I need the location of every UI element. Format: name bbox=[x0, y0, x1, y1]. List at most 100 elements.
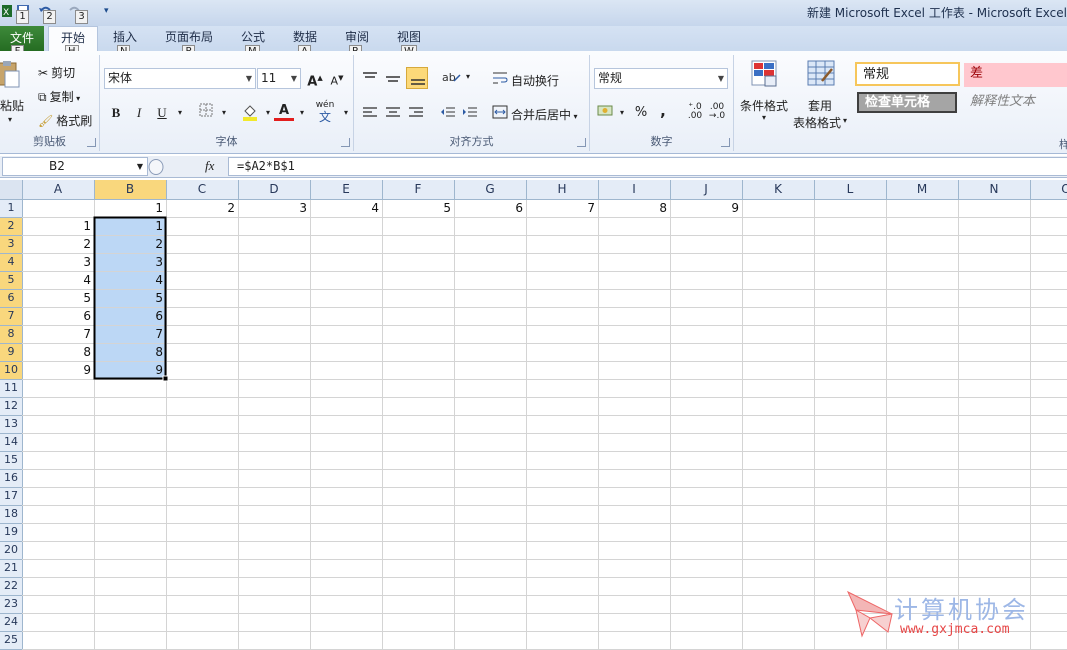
font-name-combo[interactable]: 宋体 ▼ bbox=[104, 68, 256, 89]
paste-dropdown-icon[interactable]: ▾ bbox=[8, 115, 12, 124]
format-as-table-button[interactable]: 套用 表格格式 ▾ bbox=[792, 57, 850, 130]
row-header-10[interactable]: 10 bbox=[0, 363, 22, 376]
style-check-cell[interactable]: 检查单元格 bbox=[857, 92, 957, 113]
percent-button[interactable]: % bbox=[631, 103, 651, 123]
phonetic-dropdown-icon[interactable]: ▾ bbox=[336, 103, 356, 123]
row-header-16[interactable]: 16 bbox=[0, 471, 22, 484]
column-header-i[interactable]: I bbox=[598, 182, 670, 196]
name-box-dropdown-icon[interactable]: ▼ bbox=[137, 158, 143, 175]
phonetic-button[interactable]: wén 文 bbox=[314, 99, 336, 123]
cell-b3[interactable]: 2 bbox=[94, 235, 166, 253]
row-header-13[interactable]: 13 bbox=[0, 417, 22, 430]
column-header-a[interactable]: A bbox=[22, 182, 94, 196]
cell-a2[interactable]: 1 bbox=[22, 217, 94, 235]
align-right-icon[interactable] bbox=[408, 106, 424, 120]
row-header-23[interactable]: 23 bbox=[0, 597, 22, 610]
cell-a7[interactable]: 6 bbox=[22, 307, 94, 325]
cell-h1[interactable]: 7 bbox=[526, 199, 598, 217]
font-color-dropdown-icon[interactable]: ▾ bbox=[292, 103, 312, 123]
row-header-21[interactable]: 21 bbox=[0, 561, 22, 574]
merge-center-button[interactable]: 合并后居中 ▾ bbox=[492, 105, 578, 123]
cell-a9[interactable]: 8 bbox=[22, 343, 94, 361]
decrease-decimal-button[interactable]: .00 →.0 bbox=[706, 103, 728, 123]
column-header-l[interactable]: L bbox=[814, 182, 886, 196]
column-header-n[interactable]: N bbox=[958, 182, 1030, 196]
align-bottom-button[interactable] bbox=[406, 67, 428, 89]
column-header-b[interactable]: B bbox=[94, 182, 166, 196]
style-normal-cell[interactable]: 常规 bbox=[855, 62, 960, 86]
column-header-d[interactable]: D bbox=[238, 182, 310, 196]
row-header-9[interactable]: 9 bbox=[0, 345, 22, 358]
align-middle-icon[interactable] bbox=[385, 71, 401, 85]
cell-f1[interactable]: 5 bbox=[382, 199, 454, 217]
copy-button[interactable]: ⧉ 复制 ▾ bbox=[38, 88, 80, 105]
border-button[interactable] bbox=[196, 103, 216, 123]
name-box[interactable]: B2 ▼ bbox=[2, 157, 148, 176]
alignment-launcher-icon[interactable] bbox=[577, 138, 586, 147]
cell-a6[interactable]: 5 bbox=[22, 289, 94, 307]
cell-a3[interactable]: 2 bbox=[22, 235, 94, 253]
cell-b2[interactable]: 1 bbox=[94, 217, 166, 235]
row-header-6[interactable]: 6 bbox=[0, 291, 22, 304]
worksheet-grid[interactable]: A B C D E F G H I J K L M N O 1 2 3 4 5 6 7 8 9 10 11 12 13 14 15 16 17… bbox=[0, 180, 1067, 650]
fill-color-button[interactable] bbox=[240, 103, 260, 123]
format-painter-button[interactable]: 🖌 格式刷 bbox=[38, 112, 92, 129]
column-header-k[interactable]: K bbox=[742, 182, 814, 196]
cell-a4[interactable]: 3 bbox=[22, 253, 94, 271]
cell-b4[interactable]: 3 bbox=[94, 253, 166, 271]
cell-b10[interactable]: 9 bbox=[94, 361, 166, 379]
shrink-font-button[interactable]: A▼ bbox=[327, 68, 347, 88]
cell-b6[interactable]: 5 bbox=[94, 289, 166, 307]
bold-button[interactable]: B bbox=[106, 103, 126, 123]
align-center-icon[interactable] bbox=[385, 106, 401, 120]
number-launcher-icon[interactable] bbox=[721, 138, 730, 147]
cell-e1[interactable]: 4 bbox=[310, 199, 382, 217]
column-header-g[interactable]: G bbox=[454, 182, 526, 196]
row-header-1[interactable]: 1 bbox=[0, 201, 22, 214]
clipboard-launcher-icon[interactable] bbox=[87, 138, 96, 147]
number-format-combo[interactable]: 常规 ▼ bbox=[594, 68, 728, 89]
row-header-4[interactable]: 4 bbox=[0, 255, 22, 268]
column-header-c[interactable]: C bbox=[166, 182, 238, 196]
italic-button[interactable]: I bbox=[129, 103, 149, 123]
orientation-dropdown-icon[interactable]: ▾ bbox=[458, 67, 478, 87]
column-header-f[interactable]: F bbox=[382, 182, 454, 196]
wrap-text-button[interactable]: 自动换行 bbox=[492, 71, 559, 89]
row-header-22[interactable]: 22 bbox=[0, 579, 22, 592]
cell-a10[interactable]: 9 bbox=[22, 361, 94, 379]
align-top-icon[interactable] bbox=[362, 71, 378, 85]
style-bad-cell[interactable]: 差 bbox=[964, 63, 1067, 87]
cell-g1[interactable]: 6 bbox=[454, 199, 526, 217]
paste-button[interactable]: 粘贴 ▾ bbox=[0, 57, 30, 127]
cell-a8[interactable]: 7 bbox=[22, 325, 94, 343]
row-header-14[interactable]: 14 bbox=[0, 435, 22, 448]
column-header-e[interactable]: E bbox=[310, 182, 382, 196]
font-size-combo[interactable]: 11 ▼ bbox=[257, 68, 301, 89]
cell-d1[interactable]: 3 bbox=[238, 199, 310, 217]
row-header-2[interactable]: 2 bbox=[0, 219, 22, 232]
row-header-19[interactable]: 19 bbox=[0, 525, 22, 538]
row-header-11[interactable]: 11 bbox=[0, 381, 22, 394]
cell-a5[interactable]: 4 bbox=[22, 271, 94, 289]
font-color-button[interactable]: A bbox=[274, 101, 294, 121]
conditional-format-button[interactable]: 条件格式 ▾ bbox=[738, 57, 792, 127]
decrease-indent-icon[interactable] bbox=[440, 106, 456, 120]
insert-function-button[interactable]: fx bbox=[205, 158, 214, 174]
row-header-12[interactable]: 12 bbox=[0, 399, 22, 412]
row-header-24[interactable]: 24 bbox=[0, 615, 22, 628]
accounting-dropdown-icon[interactable]: ▾ bbox=[612, 103, 632, 123]
cell-i1[interactable]: 8 bbox=[598, 199, 670, 217]
cell-j1[interactable]: 9 bbox=[670, 199, 742, 217]
column-header-h[interactable]: H bbox=[526, 182, 598, 196]
row-header-25[interactable]: 25 bbox=[0, 633, 22, 646]
cut-button[interactable]: ✂ 剪切 bbox=[38, 64, 75, 81]
row-header-20[interactable]: 20 bbox=[0, 543, 22, 556]
cell-b9[interactable]: 8 bbox=[94, 343, 166, 361]
column-header-m[interactable]: M bbox=[886, 182, 958, 196]
border-dropdown-icon[interactable]: ▾ bbox=[214, 103, 234, 123]
formula-input[interactable]: =$A2*B$1 bbox=[228, 157, 1067, 176]
row-header-8[interactable]: 8 bbox=[0, 327, 22, 340]
style-explanatory-cell[interactable]: 解释性文本 bbox=[964, 91, 1067, 115]
customize-qat-icon[interactable]: ▾ bbox=[104, 6, 109, 24]
cell-b5[interactable]: 4 bbox=[94, 271, 166, 289]
